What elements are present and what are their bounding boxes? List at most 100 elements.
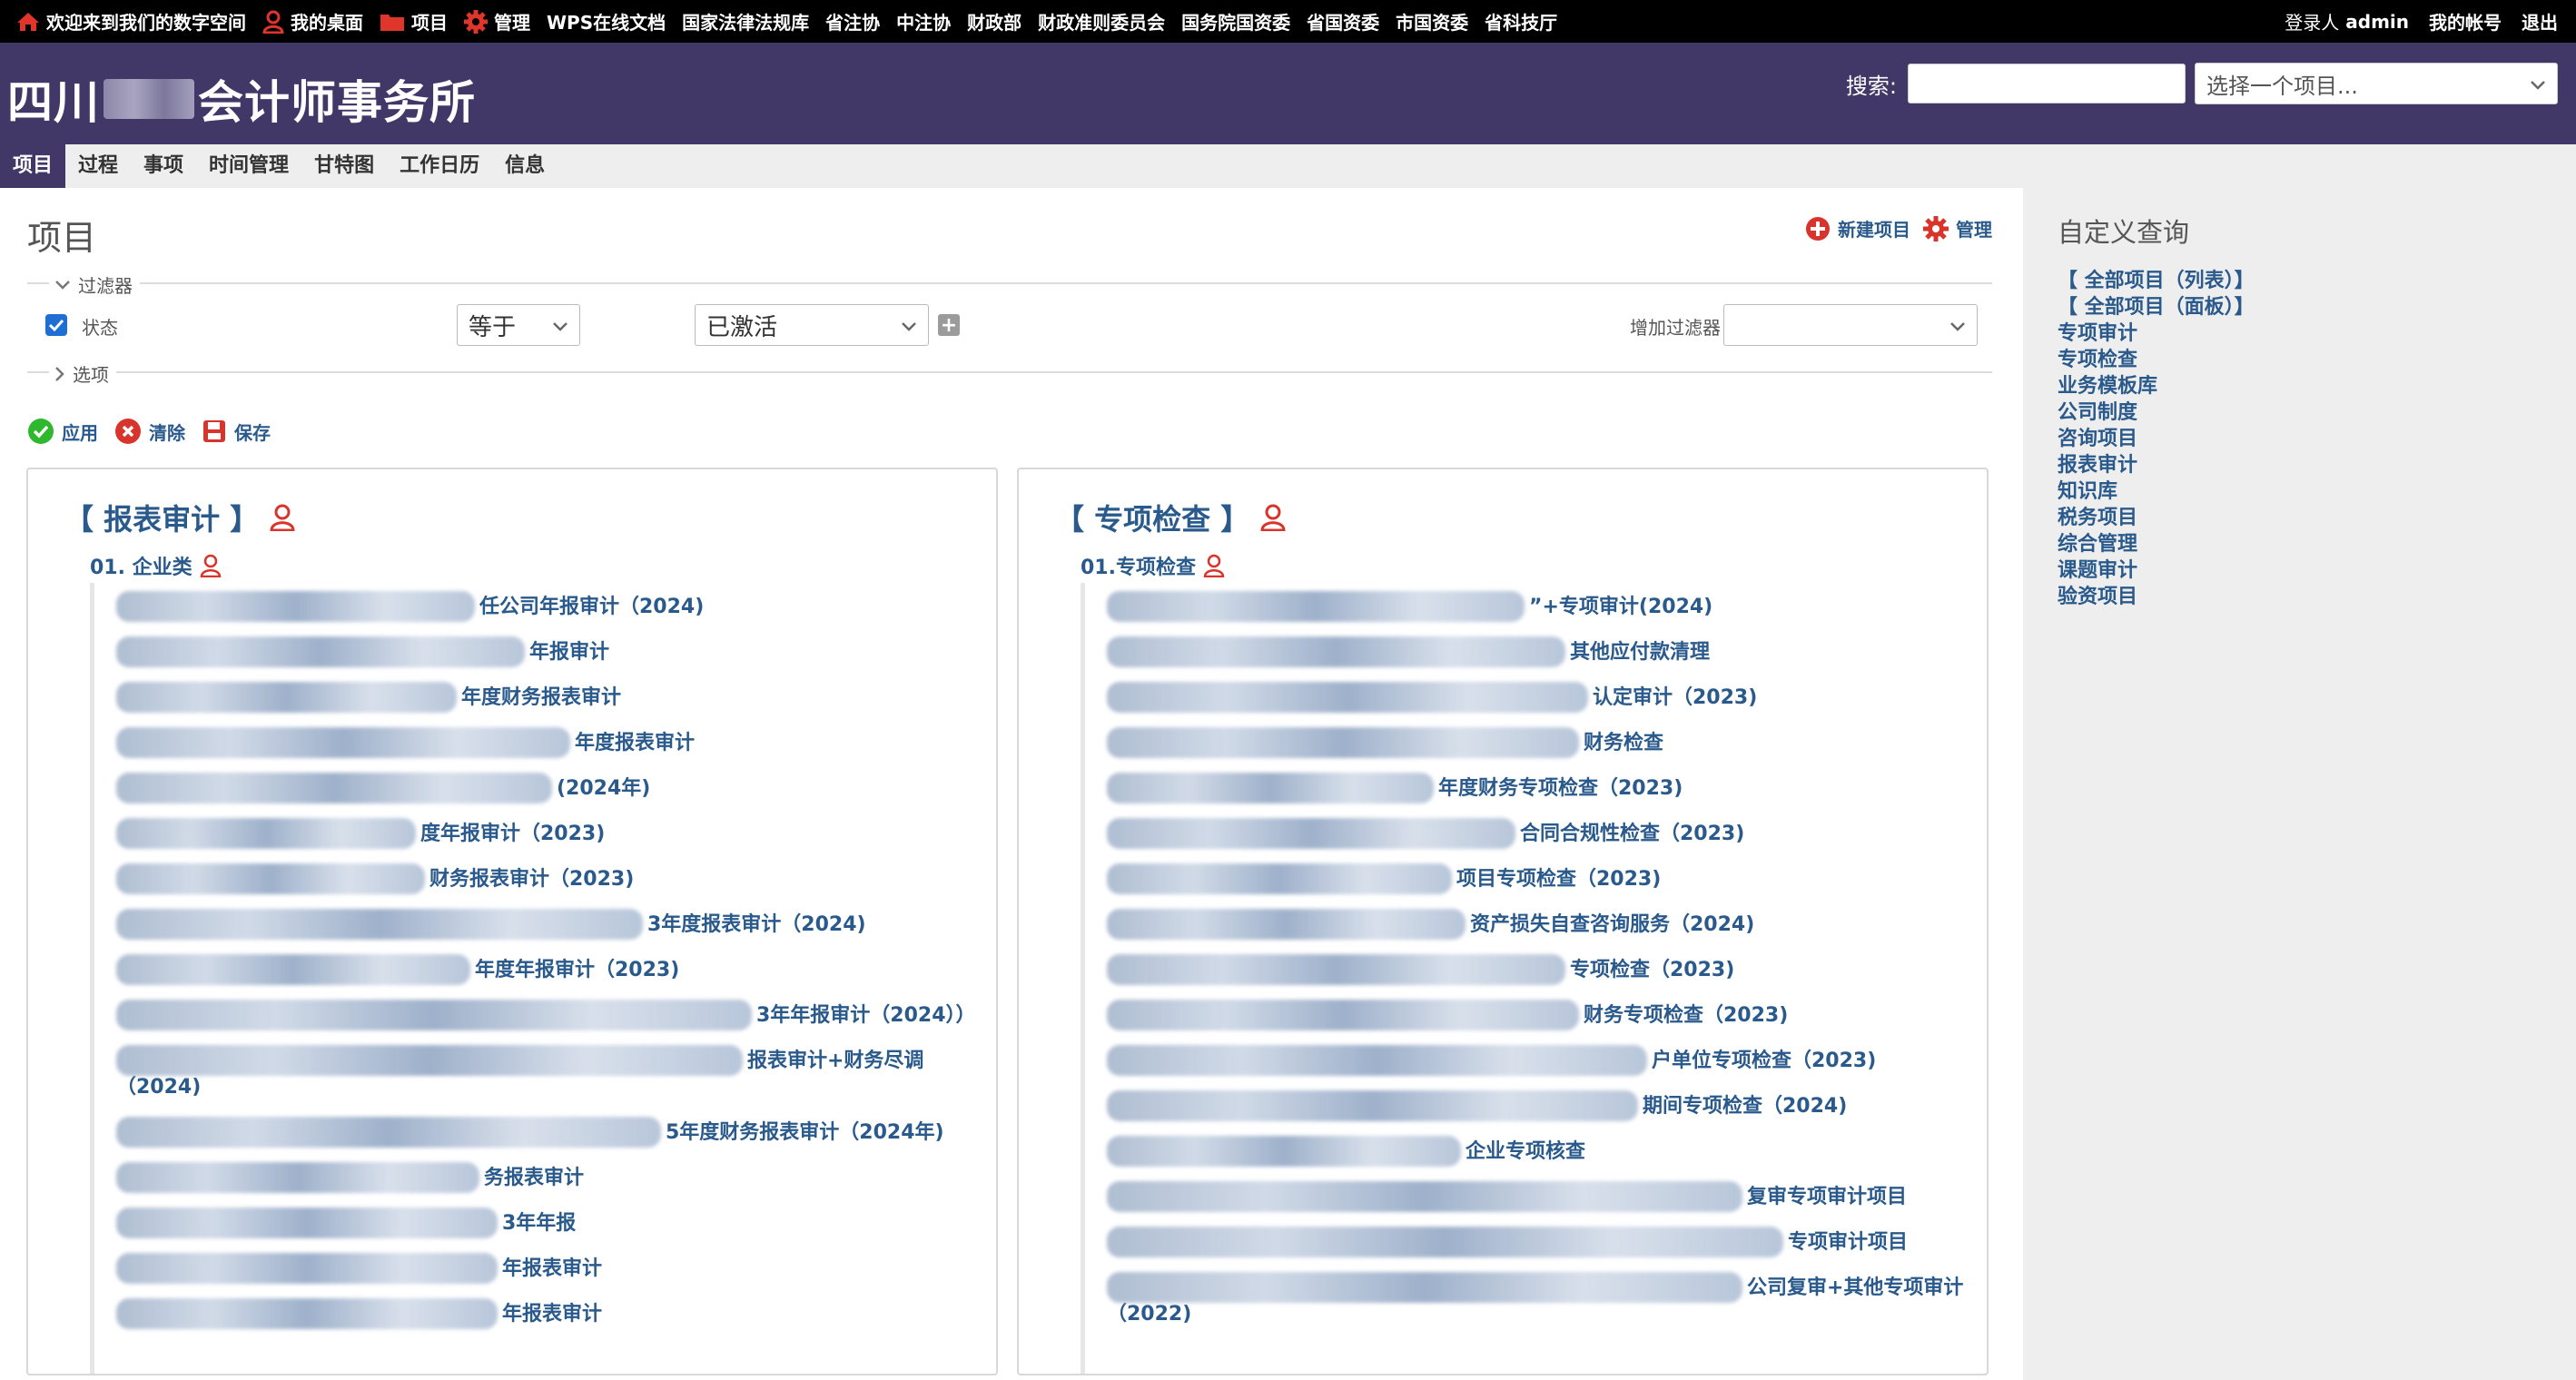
tab-projects[interactable]: 项目	[0, 144, 66, 188]
board-title[interactable]: 【 专项检查 】	[1055, 497, 1286, 538]
folder-icon	[380, 12, 405, 32]
list-item[interactable]: 资产损失自查咨询服务（2024)	[1107, 901, 1969, 946]
search-label: 搜索:	[1845, 73, 1897, 99]
top-menu-link-sasac[interactable]: 国务院国资委	[1181, 8, 1290, 34]
sidebar-query-templates[interactable]: 业务模板库	[2058, 375, 2157, 398]
list-item[interactable]: 任公司年报审计（2024)	[116, 583, 978, 628]
list-item[interactable]: 复审专项审计项目	[1107, 1173, 1969, 1218]
tab-time-entries[interactable]: 时间管理	[196, 144, 301, 188]
new-project-button[interactable]: 新建项目	[1805, 215, 1910, 242]
top-menu-link-cicpa[interactable]: 中注协	[896, 8, 951, 34]
sidebar-query-special-inspection[interactable]: 专项检查	[2058, 349, 2137, 371]
list-item[interactable]: 户单位专项检查（2023)	[1107, 1037, 1969, 1082]
logout-link[interactable]: 退出	[2522, 8, 2558, 34]
list-item[interactable]: 年报表审计	[116, 1245, 978, 1290]
list-item[interactable]: 专项检查（2023)	[1107, 946, 1969, 991]
search-input[interactable]	[1908, 64, 2186, 104]
user-icon	[1203, 554, 1225, 577]
add-filter-select[interactable]	[1723, 304, 1978, 346]
board-report-audit: 【 报表审计 】 01. 企业类 任公司年报审计（2024) 年报审计 年度财务…	[26, 468, 998, 1375]
board-subtitle[interactable]: 01. 企业类	[90, 551, 222, 580]
list-item[interactable]: 期间专项检查（2024)	[1107, 1082, 1969, 1128]
board-title[interactable]: 【 报表审计 】	[64, 497, 295, 538]
list-item[interactable]: ”+专项审计(2024)	[1107, 583, 1969, 628]
list-item[interactable]: 公司复审+其他专项审计（2022)	[1107, 1264, 1969, 1336]
list-item[interactable]: 3年年报	[116, 1199, 978, 1245]
sidebar-query-research-audit[interactable]: 课题审计	[2058, 559, 2137, 582]
sidebar-query-all-projects-board[interactable]: 【 全部项目（面板）】	[2058, 296, 2255, 319]
project-list: ”+专项审计(2024) 其他应付款清理 认定审计（2023) 财务检查 年度财…	[1081, 583, 1969, 1374]
clear-button[interactable]: 清除	[114, 418, 185, 445]
site-title: 四川 会计师事务所	[7, 76, 476, 129]
my-account-link[interactable]: 我的帐号	[2429, 8, 2502, 34]
sidebar-query-special-audit[interactable]: 专项审计	[2058, 322, 2137, 345]
top-menu-link-law-library[interactable]: 国家法律法规库	[682, 8, 809, 34]
list-item[interactable]: 报表审计+财务尽调（2024)	[116, 1037, 978, 1109]
list-item[interactable]: 年报审计	[116, 628, 978, 674]
operator-select[interactable]: 等于	[457, 304, 580, 346]
list-item[interactable]: 财务专项检查（2023)	[1107, 991, 1969, 1037]
tab-calendar[interactable]: 工作日历	[387, 144, 492, 188]
logged-in-user-link[interactable]: admin	[2345, 11, 2409, 33]
board-subtitle[interactable]: 01.专项检查	[1081, 551, 1225, 580]
sidebar-query-consulting[interactable]: 咨询项目	[2058, 428, 2137, 450]
list-item[interactable]: 财务检查	[1107, 719, 1969, 764]
sidebar-query-knowledge-base[interactable]: 知识库	[2058, 480, 2117, 503]
list-item[interactable]: 项目专项检查（2023)	[1107, 855, 1969, 901]
status-filter-checkbox[interactable]	[45, 314, 67, 336]
list-item[interactable]: 其他应付款清理	[1107, 628, 1969, 674]
tab-gantt[interactable]: 甘特图	[301, 144, 387, 188]
top-menu-link-provincial-cpa[interactable]: 省注协	[825, 8, 880, 34]
list-item[interactable]: 度年报审计（2023)	[116, 810, 978, 855]
manage-button[interactable]: 管理	[1923, 215, 1992, 242]
saved-queries-list: 【 全部项目（列表）】 【 全部项目（面板）】 专项审计 专项检查 业务模板库 …	[2058, 268, 2255, 610]
list-item[interactable]: 务报表审计	[116, 1154, 978, 1199]
top-menu-my-page[interactable]: 我的桌面	[262, 8, 363, 34]
top-menu-link-city-sasac[interactable]: 市国资委	[1396, 8, 1468, 34]
list-item[interactable]: 财务报表审计（2023)	[116, 855, 978, 901]
query-buttons: 应用 清除 保存	[27, 418, 287, 445]
list-item[interactable]: 合同合规性检查（2023)	[1107, 810, 1969, 855]
top-menu-link-provincial-sasac[interactable]: 省国资委	[1307, 8, 1379, 34]
tab-issues[interactable]: 事项	[131, 144, 196, 188]
top-menu-admin[interactable]: 管理	[464, 8, 530, 34]
list-item[interactable]: (2024年)	[116, 764, 978, 810]
list-item[interactable]: 年度财务专项检查（2023)	[1107, 764, 1969, 810]
top-menu-home[interactable]: 欢迎来到我们的数字空间	[16, 8, 246, 34]
add-filter-label: 增加过滤器	[1630, 317, 1721, 339]
top-menu-link-wps[interactable]: WPS在线文档	[547, 8, 666, 34]
tab-news[interactable]: 信息	[492, 144, 558, 188]
list-item[interactable]: 年报表审计	[116, 1290, 978, 1336]
sidebar-query-capital-verification[interactable]: 验资项目	[2058, 586, 2137, 608]
list-item[interactable]: 3年年报审计（2024））	[116, 991, 978, 1037]
list-item[interactable]: 年度报表审计	[116, 719, 978, 764]
sidebar-query-all-projects-list[interactable]: 【 全部项目（列表）】	[2058, 270, 2255, 292]
save-query-button[interactable]: 保存	[202, 419, 271, 445]
top-menu-link-mof[interactable]: 财政部	[967, 8, 1022, 34]
list-item[interactable]: 专项审计项目	[1107, 1218, 1969, 1264]
status-value-select[interactable]: 已激活	[695, 304, 929, 346]
user-icon	[200, 554, 222, 577]
top-menu-projects[interactable]: 项目	[380, 8, 448, 34]
sidebar-query-tax[interactable]: 税务项目	[2058, 507, 2137, 529]
apply-button[interactable]: 应用	[27, 418, 98, 445]
sidebar-query-policies[interactable]: 公司制度	[2058, 401, 2137, 424]
chevron-down-icon	[901, 311, 917, 339]
gear-icon	[464, 9, 488, 34]
project-jump-select[interactable]: 选择一个项目...	[2195, 63, 2558, 104]
top-menu-link-standards-board[interactable]: 财政准则委员会	[1038, 8, 1165, 34]
list-item[interactable]: 年度年报审计（2023)	[116, 946, 978, 991]
filters-legend[interactable]: 过滤器	[49, 271, 140, 298]
options-legend[interactable]: 选项	[49, 360, 116, 387]
tab-process[interactable]: 过程	[65, 144, 131, 188]
toggle-multiselect-plus-icon[interactable]: +	[938, 314, 960, 337]
list-item[interactable]: 3年度报表审计（2024)	[116, 901, 978, 946]
sidebar-query-report-audit[interactable]: 报表审计	[2058, 454, 2137, 477]
list-item[interactable]: 年度财务报表审计	[116, 674, 978, 719]
list-item[interactable]: 企业专项核查	[1107, 1128, 1969, 1173]
list-item[interactable]: 5年度财务报表审计（2024年)	[116, 1109, 978, 1154]
sidebar-query-general-mgmt[interactable]: 综合管理	[2058, 533, 2137, 556]
clear-circle-icon	[114, 418, 142, 445]
list-item[interactable]: 认定审计（2023)	[1107, 674, 1969, 719]
top-menu-link-science-dept[interactable]: 省科技厅	[1485, 8, 1557, 34]
